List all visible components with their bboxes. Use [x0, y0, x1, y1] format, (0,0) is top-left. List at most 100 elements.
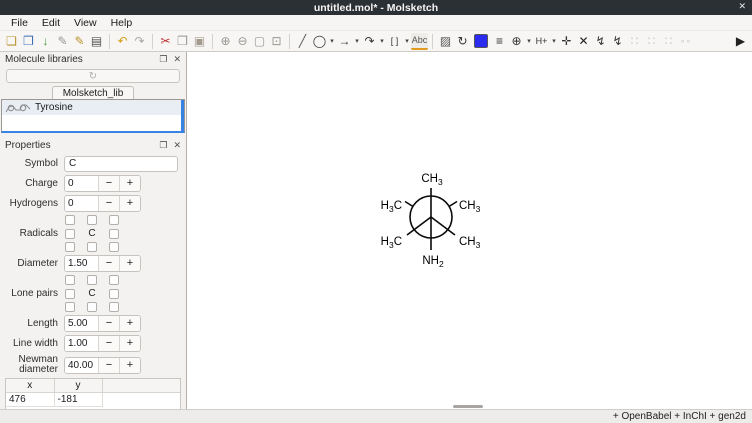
radical-checkbox[interactable] [87, 215, 97, 225]
line-width-plus-button[interactable]: + [119, 336, 140, 351]
save-as-icon[interactable]: ✎ [54, 33, 71, 50]
lone-pair-checkbox[interactable] [109, 275, 119, 285]
copy-icon[interactable]: ❐ [174, 33, 191, 50]
open-file-icon[interactable]: ❒ [20, 33, 37, 50]
properties-float-icon[interactable]: ❐ [159, 140, 167, 151]
reaction-arrow-tool-dropdown-caret[interactable]: ▾ [353, 37, 361, 45]
flip-stereo-tool-icon[interactable]: ↯ [609, 33, 626, 50]
delete-tool-icon[interactable]: ✕ [575, 33, 592, 50]
bracket-tool-icon[interactable]: [ ] [386, 33, 403, 50]
lone-pair-checkbox[interactable] [87, 302, 97, 312]
export-icon[interactable]: ✎ [71, 33, 88, 50]
label-ch3-upper-right[interactable]: CH3 [459, 200, 481, 214]
window-close-icon[interactable]: ✕ [738, 1, 746, 12]
tab-molsketch-lib[interactable]: Molsketch_lib [52, 86, 135, 99]
lone-pair-checkbox[interactable] [65, 275, 75, 285]
color-picker-icon[interactable] [474, 34, 488, 48]
hydrogens-value[interactable]: 0 [65, 196, 98, 211]
mechanism-arrow-tool-icon[interactable]: ↷ [361, 33, 378, 50]
bracket-tool-dropdown-caret[interactable]: ▾ [403, 37, 411, 45]
lone-pair-checkbox[interactable] [87, 275, 97, 285]
save-icon[interactable]: ↓ [37, 33, 54, 50]
charge-tool-dropdown-caret[interactable]: ▾ [525, 37, 533, 45]
new-file-icon[interactable]: ❏ [3, 33, 20, 50]
lone-pair-checkbox[interactable] [65, 302, 75, 312]
charge-tool-icon[interactable]: ⊕ [508, 33, 525, 50]
mechanism-arrow-tool-dropdown-caret[interactable]: ▾ [378, 37, 386, 45]
library-refresh-button[interactable]: ↻ [6, 69, 180, 83]
coordinates-header-x[interactable]: x [6, 379, 54, 392]
coordinate-cell[interactable]: -181 [54, 392, 102, 406]
length-minus-button[interactable]: − [98, 316, 119, 331]
toolbar-overflow-icon[interactable]: ▶ [732, 33, 749, 50]
ring-tool-dropdown-caret[interactable]: ▾ [328, 37, 336, 45]
hydrogen-tool-icon[interactable]: H+ [533, 33, 550, 50]
back-bond-upper-right[interactable] [449, 202, 457, 207]
radical-checkbox[interactable] [109, 229, 119, 239]
line-width-value[interactable]: 1.00 [65, 336, 98, 351]
menu-view[interactable]: View [67, 16, 104, 30]
rotate-tool-icon[interactable]: ↻ [454, 33, 471, 50]
ring-tool-icon[interactable]: ◯ [311, 33, 328, 50]
diameter-plus-button[interactable]: + [119, 256, 140, 271]
print-icon[interactable]: ▤ [88, 33, 105, 50]
coordinates-header-y[interactable]: y [54, 379, 102, 392]
radical-checkbox[interactable] [87, 242, 97, 252]
library-close-icon[interactable]: ✕ [173, 54, 181, 65]
hydrogens-minus-button[interactable]: − [98, 196, 119, 211]
menu-file[interactable]: File [4, 16, 35, 30]
paste-icon[interactable]: ▣ [191, 33, 208, 50]
length-value[interactable]: 5.00 [65, 316, 98, 331]
charge-plus-button[interactable]: + [119, 176, 140, 191]
lone-pair-checkbox[interactable] [109, 302, 119, 312]
coordinate-cell[interactable]: 476 [6, 392, 54, 406]
canvas-horizontal-scrollbar[interactable] [453, 405, 483, 408]
label-ch3-top[interactable]: CH3 [421, 173, 443, 187]
zoom-fit-icon[interactable]: ⊡ [268, 33, 285, 50]
flip-bond-tool-icon[interactable]: ↯ [592, 33, 609, 50]
connect-tool-icon[interactable]: ✛ [558, 33, 575, 50]
diameter-value[interactable]: 1.50 [65, 256, 98, 271]
draw-bond-tool-icon[interactable]: ╱ [294, 33, 311, 50]
label-ch3-lower-right[interactable]: CH3 [459, 236, 481, 250]
newman-diameter-value[interactable]: 40.00 [65, 358, 98, 373]
newman-diameter-plus-button[interactable]: + [119, 358, 140, 373]
frame-tool-icon[interactable]: ▨ [437, 33, 454, 50]
radical-checkbox[interactable] [65, 229, 75, 239]
drawing-canvas[interactable]: CH3 H3C CH3 H3C CH3 NH2 [187, 52, 752, 409]
symbol-input[interactable]: C [64, 156, 178, 172]
label-nh2-bottom[interactable]: NH2 [422, 255, 444, 269]
undo-icon[interactable]: ↶ [114, 33, 131, 50]
diameter-minus-button[interactable]: − [98, 256, 119, 271]
lone-pair-checkbox[interactable] [65, 289, 75, 299]
line-width-tool-icon[interactable]: ≡ [491, 33, 508, 50]
hydrogens-plus-button[interactable]: + [119, 196, 140, 211]
lone-pair-checkbox[interactable] [109, 289, 119, 299]
library-scrollbar[interactable] [181, 100, 184, 131]
zoom-in-icon[interactable]: ⊕ [217, 33, 234, 50]
newman-projection-molecule[interactable]: CH3 H3C CH3 H3C CH3 NH2 [371, 164, 495, 270]
charge-value[interactable]: 0 [65, 176, 98, 191]
hydrogen-tool-dropdown-caret[interactable]: ▾ [550, 37, 558, 45]
line-width-minus-button[interactable]: − [98, 336, 119, 351]
cut-icon[interactable]: ✂ [157, 33, 174, 50]
zoom-out-icon[interactable]: ⊖ [234, 33, 251, 50]
radical-checkbox[interactable] [109, 242, 119, 252]
library-float-icon[interactable]: ❐ [159, 54, 167, 65]
length-plus-button[interactable]: + [119, 316, 140, 331]
reaction-arrow-tool-icon[interactable]: → [336, 33, 353, 50]
library-item-tyrosine[interactable]: Tyrosine [2, 100, 184, 115]
radical-checkbox[interactable] [109, 215, 119, 225]
library-list[interactable]: Tyrosine [1, 99, 185, 133]
back-bond-upper-left[interactable] [405, 202, 413, 207]
text-tool-icon[interactable]: Abc [411, 33, 428, 50]
radical-checkbox[interactable] [65, 215, 75, 225]
redo-icon[interactable]: ↷ [131, 33, 148, 50]
radical-checkbox[interactable] [65, 242, 75, 252]
newman-diameter-minus-button[interactable]: − [98, 358, 119, 373]
zoom-original-icon[interactable]: ▢ [251, 33, 268, 50]
properties-close-icon[interactable]: ✕ [173, 140, 181, 151]
label-h3c-lower-left[interactable]: H3C [381, 236, 402, 250]
charge-minus-button[interactable]: − [98, 176, 119, 191]
menu-edit[interactable]: Edit [35, 16, 67, 30]
